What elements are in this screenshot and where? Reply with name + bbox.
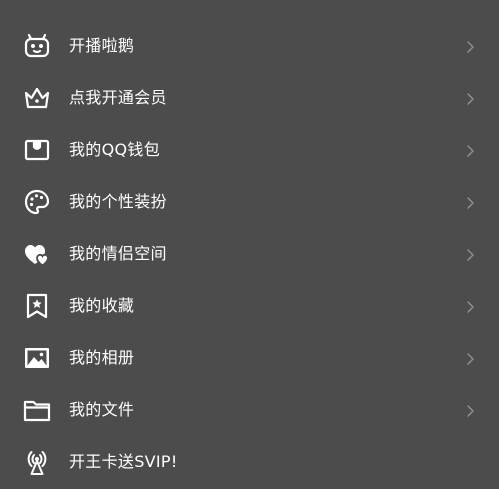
photo-album-icon <box>23 344 51 372</box>
menu-item-live-broadcast[interactable]: 开播啦鹅 <box>0 20 499 72</box>
menu-item-photo-album[interactable]: 我的相册 <box>0 332 499 384</box>
wallet-icon <box>23 136 51 164</box>
chevron-right-icon <box>465 40 475 54</box>
menu-item-favorites[interactable]: 我的收藏 <box>0 280 499 332</box>
chevron-right-icon <box>465 352 475 366</box>
side-menu: 开播啦鹅 点我开通会员 我的QQ钱包 我的个性装扮 我的情侣空间 我的收藏 我的… <box>0 0 499 489</box>
palette-icon <box>23 188 51 216</box>
menu-item-label: 开王卡送SVIP! <box>69 452 178 471</box>
chevron-right-icon <box>465 196 475 210</box>
folder-icon <box>23 396 51 424</box>
menu-item-label: 点我开通会员 <box>69 88 167 107</box>
menu-item-label: 开播啦鹅 <box>69 36 135 55</box>
chevron-right-icon <box>465 248 475 262</box>
broadcast-antenna-icon <box>23 448 51 476</box>
menu-item-open-membership[interactable]: 点我开通会员 <box>0 72 499 124</box>
chevron-right-icon <box>465 92 475 106</box>
menu-item-label: 我的情侣空间 <box>69 244 167 263</box>
menu-item-label: 我的收藏 <box>69 296 135 315</box>
menu-item-king-card-svip[interactable]: 开王卡送SVIP! <box>0 436 499 488</box>
crown-icon <box>23 84 51 112</box>
menu-item-couple-space[interactable]: 我的情侣空间 <box>0 228 499 280</box>
robot-penguin-icon <box>23 32 51 60</box>
menu-item-files[interactable]: 我的文件 <box>0 384 499 436</box>
menu-item-qq-wallet[interactable]: 我的QQ钱包 <box>0 124 499 176</box>
chevron-right-icon <box>465 404 475 418</box>
bookmark-star-icon <box>23 292 51 320</box>
menu-item-label: 我的QQ钱包 <box>69 140 160 159</box>
double-heart-icon <box>23 240 51 268</box>
chevron-right-icon <box>465 300 475 314</box>
menu-item-label: 我的个性装扮 <box>69 192 167 211</box>
menu-item-label: 我的文件 <box>69 400 135 419</box>
menu-item-label: 我的相册 <box>69 348 135 367</box>
menu-item-personal-decoration[interactable]: 我的个性装扮 <box>0 176 499 228</box>
chevron-right-icon <box>465 144 475 158</box>
